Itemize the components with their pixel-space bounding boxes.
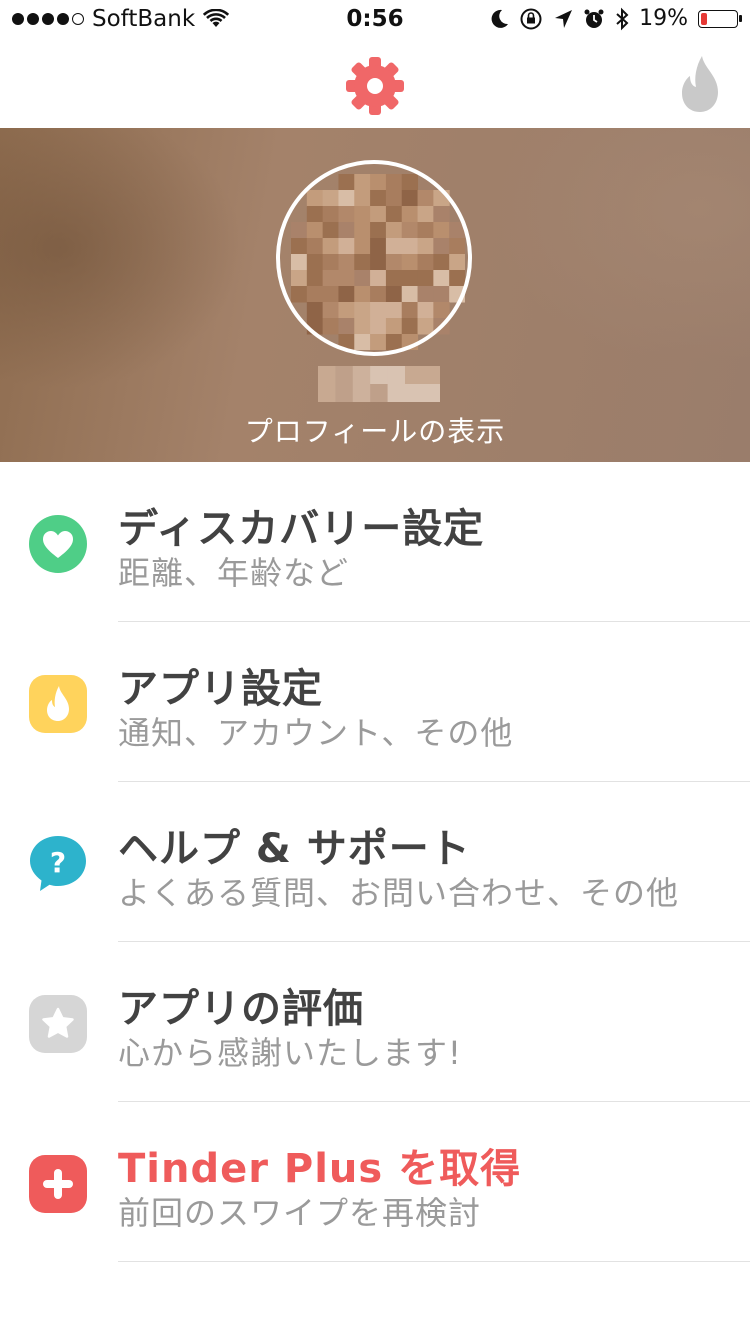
bluetooth-icon [616, 7, 629, 30]
rotation-lock-icon [520, 8, 542, 29]
battery-icon [698, 9, 742, 28]
plus-icon [29, 1155, 87, 1213]
location-icon [555, 9, 573, 28]
top-nav [0, 40, 750, 128]
menu-item-title: ヘルプ & サポート [118, 826, 471, 872]
name-mosaic-tile [370, 384, 389, 402]
name-mosaic-tile [318, 366, 336, 385]
menu-item-subtitle: 心から感謝いたします! [118, 1034, 462, 1072]
menu-item-help-support[interactable]: ? ヘルプ & サポート よくある質問、お問い合わせ、その他 [0, 782, 750, 942]
name-mosaic-tile [335, 384, 354, 402]
battery-level [701, 12, 707, 25]
name-mosaic-tile [318, 384, 336, 402]
menu-item-subtitle: 前回のスワイプを再検討 [118, 1194, 482, 1232]
menu-item-title: Tinder Plus を取得 [118, 1146, 522, 1192]
moon-icon [491, 9, 509, 28]
heart-icon [29, 515, 87, 573]
name-mosaic-tile [352, 366, 371, 385]
menu-item-title: ディスカバリー設定 [118, 506, 485, 552]
flame-icon [29, 675, 87, 733]
menu-item-title: アプリの評価 [118, 986, 364, 1032]
name-mosaic-tile [352, 384, 371, 402]
name-mosaic-tile [387, 366, 406, 385]
help-icon: ? [30, 836, 86, 891]
view-profile-link[interactable]: プロフィールの表示 [0, 410, 750, 450]
menu-item-rate-app[interactable]: アプリの評価 心から感謝いたします! [0, 942, 750, 1102]
menu-item-app-settings[interactable]: アプリ設定 通知、アカウント、その他 [0, 622, 750, 782]
menu-item-subtitle: 距離、年齢など [118, 554, 350, 592]
menu-item-subtitle: よくある質問、お問い合わせ、その他 [118, 874, 680, 912]
divider [118, 1261, 750, 1262]
name-mosaic-tile [335, 366, 354, 385]
name-mosaic-tile [405, 366, 423, 385]
svg-text:?: ? [50, 846, 66, 879]
menu-item-discovery-settings[interactable]: ディスカバリー設定 距離、年齢など [0, 462, 750, 622]
status-bar: SoftBank 0:56 19% [0, 0, 750, 40]
name-mosaic-tile [422, 366, 440, 385]
star-icon [29, 995, 87, 1053]
profile-banner: プロフィールの表示 [0, 128, 750, 462]
menu-item-title: アプリ設定 [118, 666, 323, 712]
name-mosaic-tile [422, 384, 440, 402]
settings-menu: ディスカバリー設定 距離、年齢など アプリ設定 通知、アカウント、その他 ? ヘ… [0, 462, 750, 1262]
name-mosaic-tile [387, 384, 406, 402]
battery-percent: 19% [639, 6, 688, 31]
flame-icon[interactable] [678, 54, 724, 114]
name-mosaic-tile [405, 384, 423, 402]
menu-item-tinder-plus[interactable]: Tinder Plus を取得 前回のスワイプを再検討 [0, 1102, 750, 1262]
settings-gear-icon[interactable] [345, 56, 405, 116]
name-mosaic-tile [370, 366, 389, 385]
profile-avatar[interactable] [276, 160, 472, 356]
alarm-icon [584, 9, 604, 28]
status-right: 19% [489, 6, 742, 31]
menu-item-subtitle: 通知、アカウント、その他 [118, 714, 514, 752]
profile-name-pixelated [318, 366, 440, 402]
